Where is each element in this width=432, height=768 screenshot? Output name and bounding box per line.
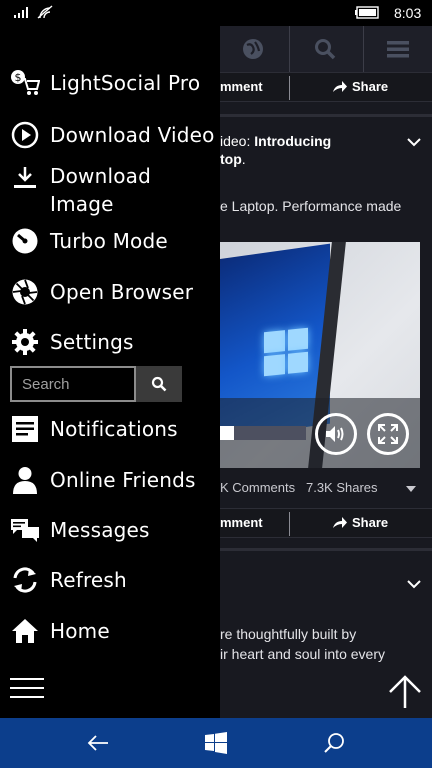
side-drawer: $ LightSocial Pro Download Video Downloa…: [0, 26, 220, 718]
svg-text:$: $: [15, 71, 22, 84]
share-button[interactable]: Share: [332, 79, 388, 94]
aperture-icon: [10, 277, 40, 307]
menu-item-online-friends[interactable]: Online Friends: [0, 465, 220, 495]
post-text: re thoughtfully built by ir heart and sou…: [220, 626, 385, 662]
menu-item-download-video[interactable]: Download Video: [0, 120, 220, 150]
comments-count[interactable]: K Comments: [220, 480, 295, 495]
share-label: Share: [352, 515, 389, 530]
person-icon: [10, 465, 40, 495]
share-arrow-icon: [333, 81, 347, 92]
search-icon: [324, 733, 344, 753]
signal-icon: [14, 7, 28, 18]
share-label: Share: [352, 79, 389, 94]
notification-list-icon: [10, 414, 40, 444]
play-circle-icon: [10, 120, 40, 150]
battery-icon: [355, 6, 379, 19]
wifi-icon: [37, 5, 53, 19]
menu-item-lightsocial-pro[interactable]: $ LightSocial Pro: [0, 68, 220, 98]
search-icon: [151, 376, 167, 392]
chevron-down-icon[interactable]: [406, 136, 422, 148]
gear-icon: [10, 327, 40, 357]
search-input[interactable]: [10, 366, 136, 402]
fullscreen-icon: [378, 424, 398, 444]
video-progress-bar[interactable]: [220, 426, 306, 440]
menu-item-label: Open Browser: [50, 280, 194, 304]
share-button-2[interactable]: Share: [332, 515, 388, 530]
speedometer-icon: [10, 226, 40, 256]
system-nav-bar: [0, 718, 432, 768]
comment-button-2[interactable]: mment: [220, 515, 263, 530]
clock: 8:03: [394, 5, 422, 21]
speaker-icon: [326, 426, 344, 442]
menu-item-download-image[interactable]: Download Image: [0, 160, 220, 218]
back-button[interactable]: [84, 729, 112, 757]
chevron-down-icon[interactable]: [406, 578, 422, 590]
chat-bubbles-icon: [10, 515, 40, 545]
download-icon: [10, 162, 40, 192]
menu-item-label: LightSocial Pro: [50, 71, 201, 95]
app-topbar: [220, 26, 432, 72]
menu-item-label: Download Video: [50, 123, 215, 147]
post-description: e Laptop. Performance made: [220, 198, 402, 214]
feed-content: mment Share ideo: Introducing top. e Lapt…: [220, 26, 432, 718]
post-actions-2: mment Share: [220, 508, 432, 538]
menu-item-turbo-mode[interactable]: Turbo Mode: [0, 226, 220, 256]
status-bar: 8:03: [0, 0, 432, 26]
start-button[interactable]: [202, 729, 230, 757]
home-icon: [10, 616, 40, 646]
cart-dollar-icon: $: [10, 68, 40, 98]
menu-item-label: Turbo Mode: [50, 229, 168, 253]
hamburger-menu-button[interactable]: [10, 678, 44, 704]
menu-item-label: Download Image: [50, 164, 152, 216]
menu-item-label: Refresh: [50, 568, 127, 592]
menu-item-open-browser[interactable]: Open Browser: [0, 277, 220, 307]
menu-item-label: Online Friends: [50, 468, 196, 492]
refresh-icon: [10, 565, 40, 595]
scroll-to-top-icon[interactable]: [388, 674, 422, 710]
caret-down-icon[interactable]: [406, 486, 416, 492]
divider: [220, 114, 432, 117]
fullscreen-button[interactable]: [367, 413, 409, 455]
cortana-search-button[interactable]: [320, 729, 348, 757]
menu-item-label: Notifications: [50, 417, 178, 441]
share-arrow-icon: [333, 517, 347, 528]
divider: [220, 548, 432, 551]
volume-button[interactable]: [315, 413, 357, 455]
post-actions: mment Share: [220, 72, 432, 102]
post-title[interactable]: ideo: Introducing top.: [220, 132, 420, 168]
menu-item-settings[interactable]: Settings: [0, 327, 220, 357]
post-stats: K Comments 7.3K Shares: [220, 480, 432, 495]
menu-item-refresh[interactable]: Refresh: [0, 565, 220, 595]
menu-icon[interactable]: [383, 34, 413, 64]
menu-item-label: Messages: [50, 518, 150, 542]
menu-item-label: Home: [50, 619, 110, 643]
comment-button[interactable]: mment: [220, 79, 263, 94]
menu-item-home[interactable]: Home: [0, 616, 220, 646]
menu-item-label: Settings: [50, 330, 134, 354]
back-arrow-icon: [87, 735, 108, 751]
search-icon[interactable]: [310, 34, 340, 64]
shares-count[interactable]: 7.3K Shares: [306, 480, 378, 495]
menu-item-notifications[interactable]: Notifications: [0, 414, 220, 444]
menu-item-messages[interactable]: Messages: [0, 515, 220, 545]
search-button[interactable]: [136, 366, 182, 402]
windows-logo-icon: [205, 732, 227, 754]
globe-icon[interactable]: [238, 34, 268, 64]
